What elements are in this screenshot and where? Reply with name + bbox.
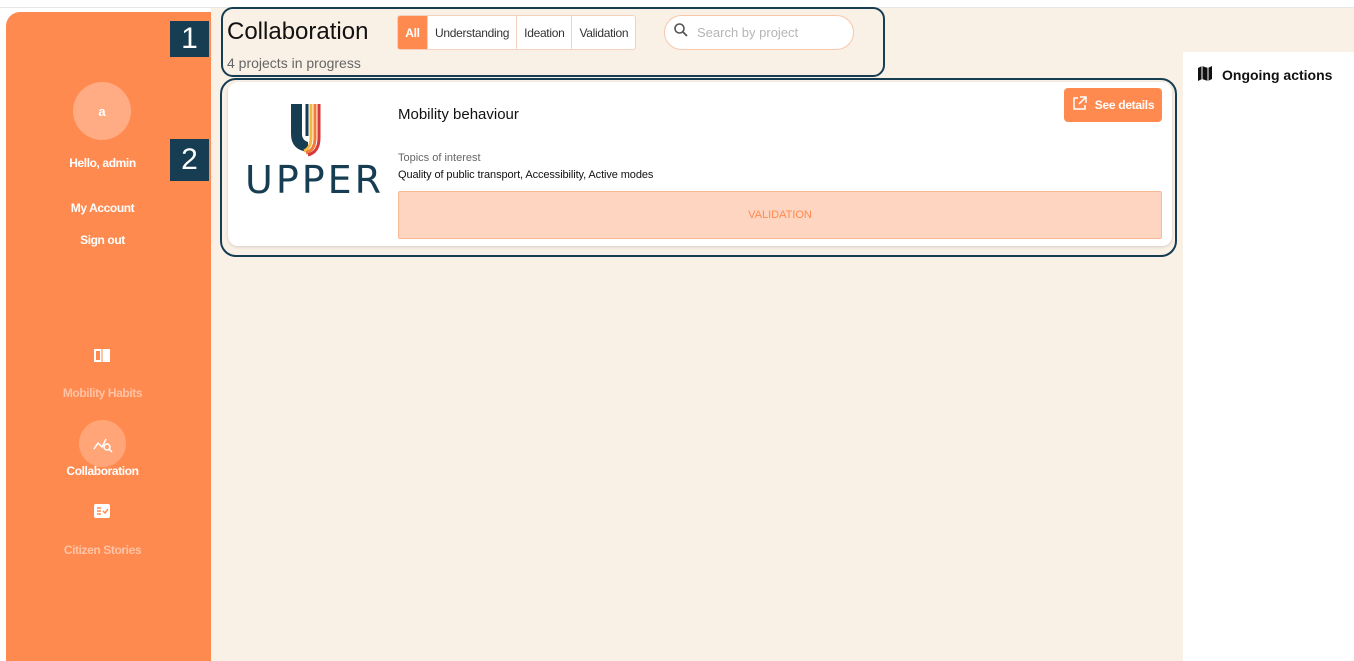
stories-icon[interactable]: [92, 501, 112, 521]
sign-out-link[interactable]: Sign out: [6, 233, 199, 247]
sidebar: a Hello, admin My Account Sign out Mobil…: [6, 12, 211, 661]
book-icon[interactable]: [92, 345, 112, 365]
my-account-link[interactable]: My Account: [6, 201, 199, 215]
avatar[interactable]: a: [73, 82, 131, 140]
map-icon: [1197, 66, 1213, 84]
nav-citizen-stories[interactable]: Citizen Stories: [6, 543, 199, 557]
ongoing-actions-title: Ongoing actions: [1222, 67, 1333, 83]
nav-collaboration[interactable]: Collaboration: [6, 464, 199, 478]
app-root: a Hello, admin My Account Sign out Mobil…: [0, 0, 1354, 661]
nav-mobility-habits[interactable]: Mobility Habits: [6, 386, 199, 400]
ongoing-actions-header[interactable]: Ongoing actions: [1197, 66, 1332, 84]
ongoing-actions-panel: [1183, 52, 1354, 661]
right-panel-header-strip: [1183, 8, 1354, 52]
callout-badge-2: 2: [170, 139, 209, 181]
callout-box-1: [221, 7, 885, 77]
callout-box-2: [220, 78, 1177, 257]
callout-badge-1: 1: [170, 21, 209, 57]
collaboration-icon[interactable]: [79, 420, 126, 467]
